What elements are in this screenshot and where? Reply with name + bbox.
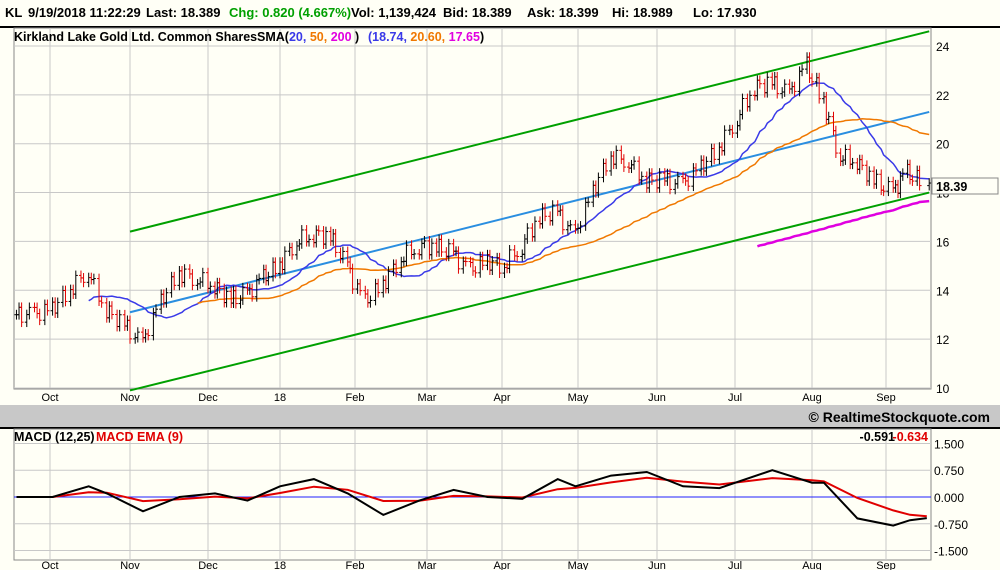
macd-x-tick-label: 18 [274,560,286,570]
price-tick-label: 22 [936,89,950,103]
chart-title: Kirkland Lake Gold Ltd. Common Shares [14,30,257,44]
macd-value: -0.591 [860,430,895,444]
price-plot-area [13,27,932,390]
macd-x-tick-label: Dec [198,560,218,570]
price-and-macd-chart: 10 12 14 16 18 20 22 24 Oct Nov Dec 18 Feb Mar Apr May J… [0,26,1000,570]
macd-signal-title: MACD EMA (9) [96,430,183,444]
x-tick-label: Nov [120,392,140,404]
macd-title: MACD (12,25) [14,430,95,444]
macd-x-tick-label: Apr [493,560,510,570]
chart-window: KL 9/19/2018 11:22:29 Last: 18.389 Chg: … [0,0,1000,570]
macd-tick-label: 0.750 [934,464,964,478]
price-tick-label: 24 [936,40,950,54]
x-tick-label: Dec [198,392,218,404]
macd-tick-label: -1.500 [934,545,968,559]
macd-x-tick-label: Mar [418,560,437,570]
sma-values: (18.74, 20.60, 17.65) [368,30,484,44]
macd-x-tick-label: Jul [728,560,742,570]
x-tick-label: Aug [802,392,822,404]
x-tick-label: Sep [876,392,896,404]
macd-x-tick-label: Nov [120,560,140,570]
sma-label: SMA(20, 50, 200 ) [257,30,359,44]
x-tick-label: Apr [493,392,510,404]
macd-x-tick-label: Sep [876,560,896,570]
x-tick-label: Jun [648,392,666,404]
copyright: © RealtimeStockquote.com [809,409,990,425]
x-tick-label: Oct [41,392,58,404]
macd-x-tick-label: Aug [802,560,822,570]
price-tick-label: 10 [936,382,950,396]
macd-x-tick-label: Oct [41,560,58,570]
signal-value: -0.634 [893,430,928,444]
macd-x-tick-label: Feb [346,560,365,570]
macd-tick-label: 0.000 [934,491,964,505]
price-tick-label: 14 [936,284,950,298]
x-tick-label: May [568,392,589,404]
x-tick-label: Jul [728,392,742,404]
x-tick-label: Feb [346,392,365,404]
x-tick-label: Mar [418,392,437,404]
price-tick-label: 20 [936,138,950,152]
macd-tick-label: 1.500 [934,437,964,451]
price-tick-label: 16 [936,235,950,249]
macd-x-tick-label: May [568,560,589,570]
macd-x-tick-label: Jun [648,560,666,570]
macd-tick-label: -0.750 [934,518,968,532]
price-tick-label: 12 [936,333,950,347]
last-price-label: 18.39 [936,180,967,194]
x-tick-label: 18 [274,392,286,404]
